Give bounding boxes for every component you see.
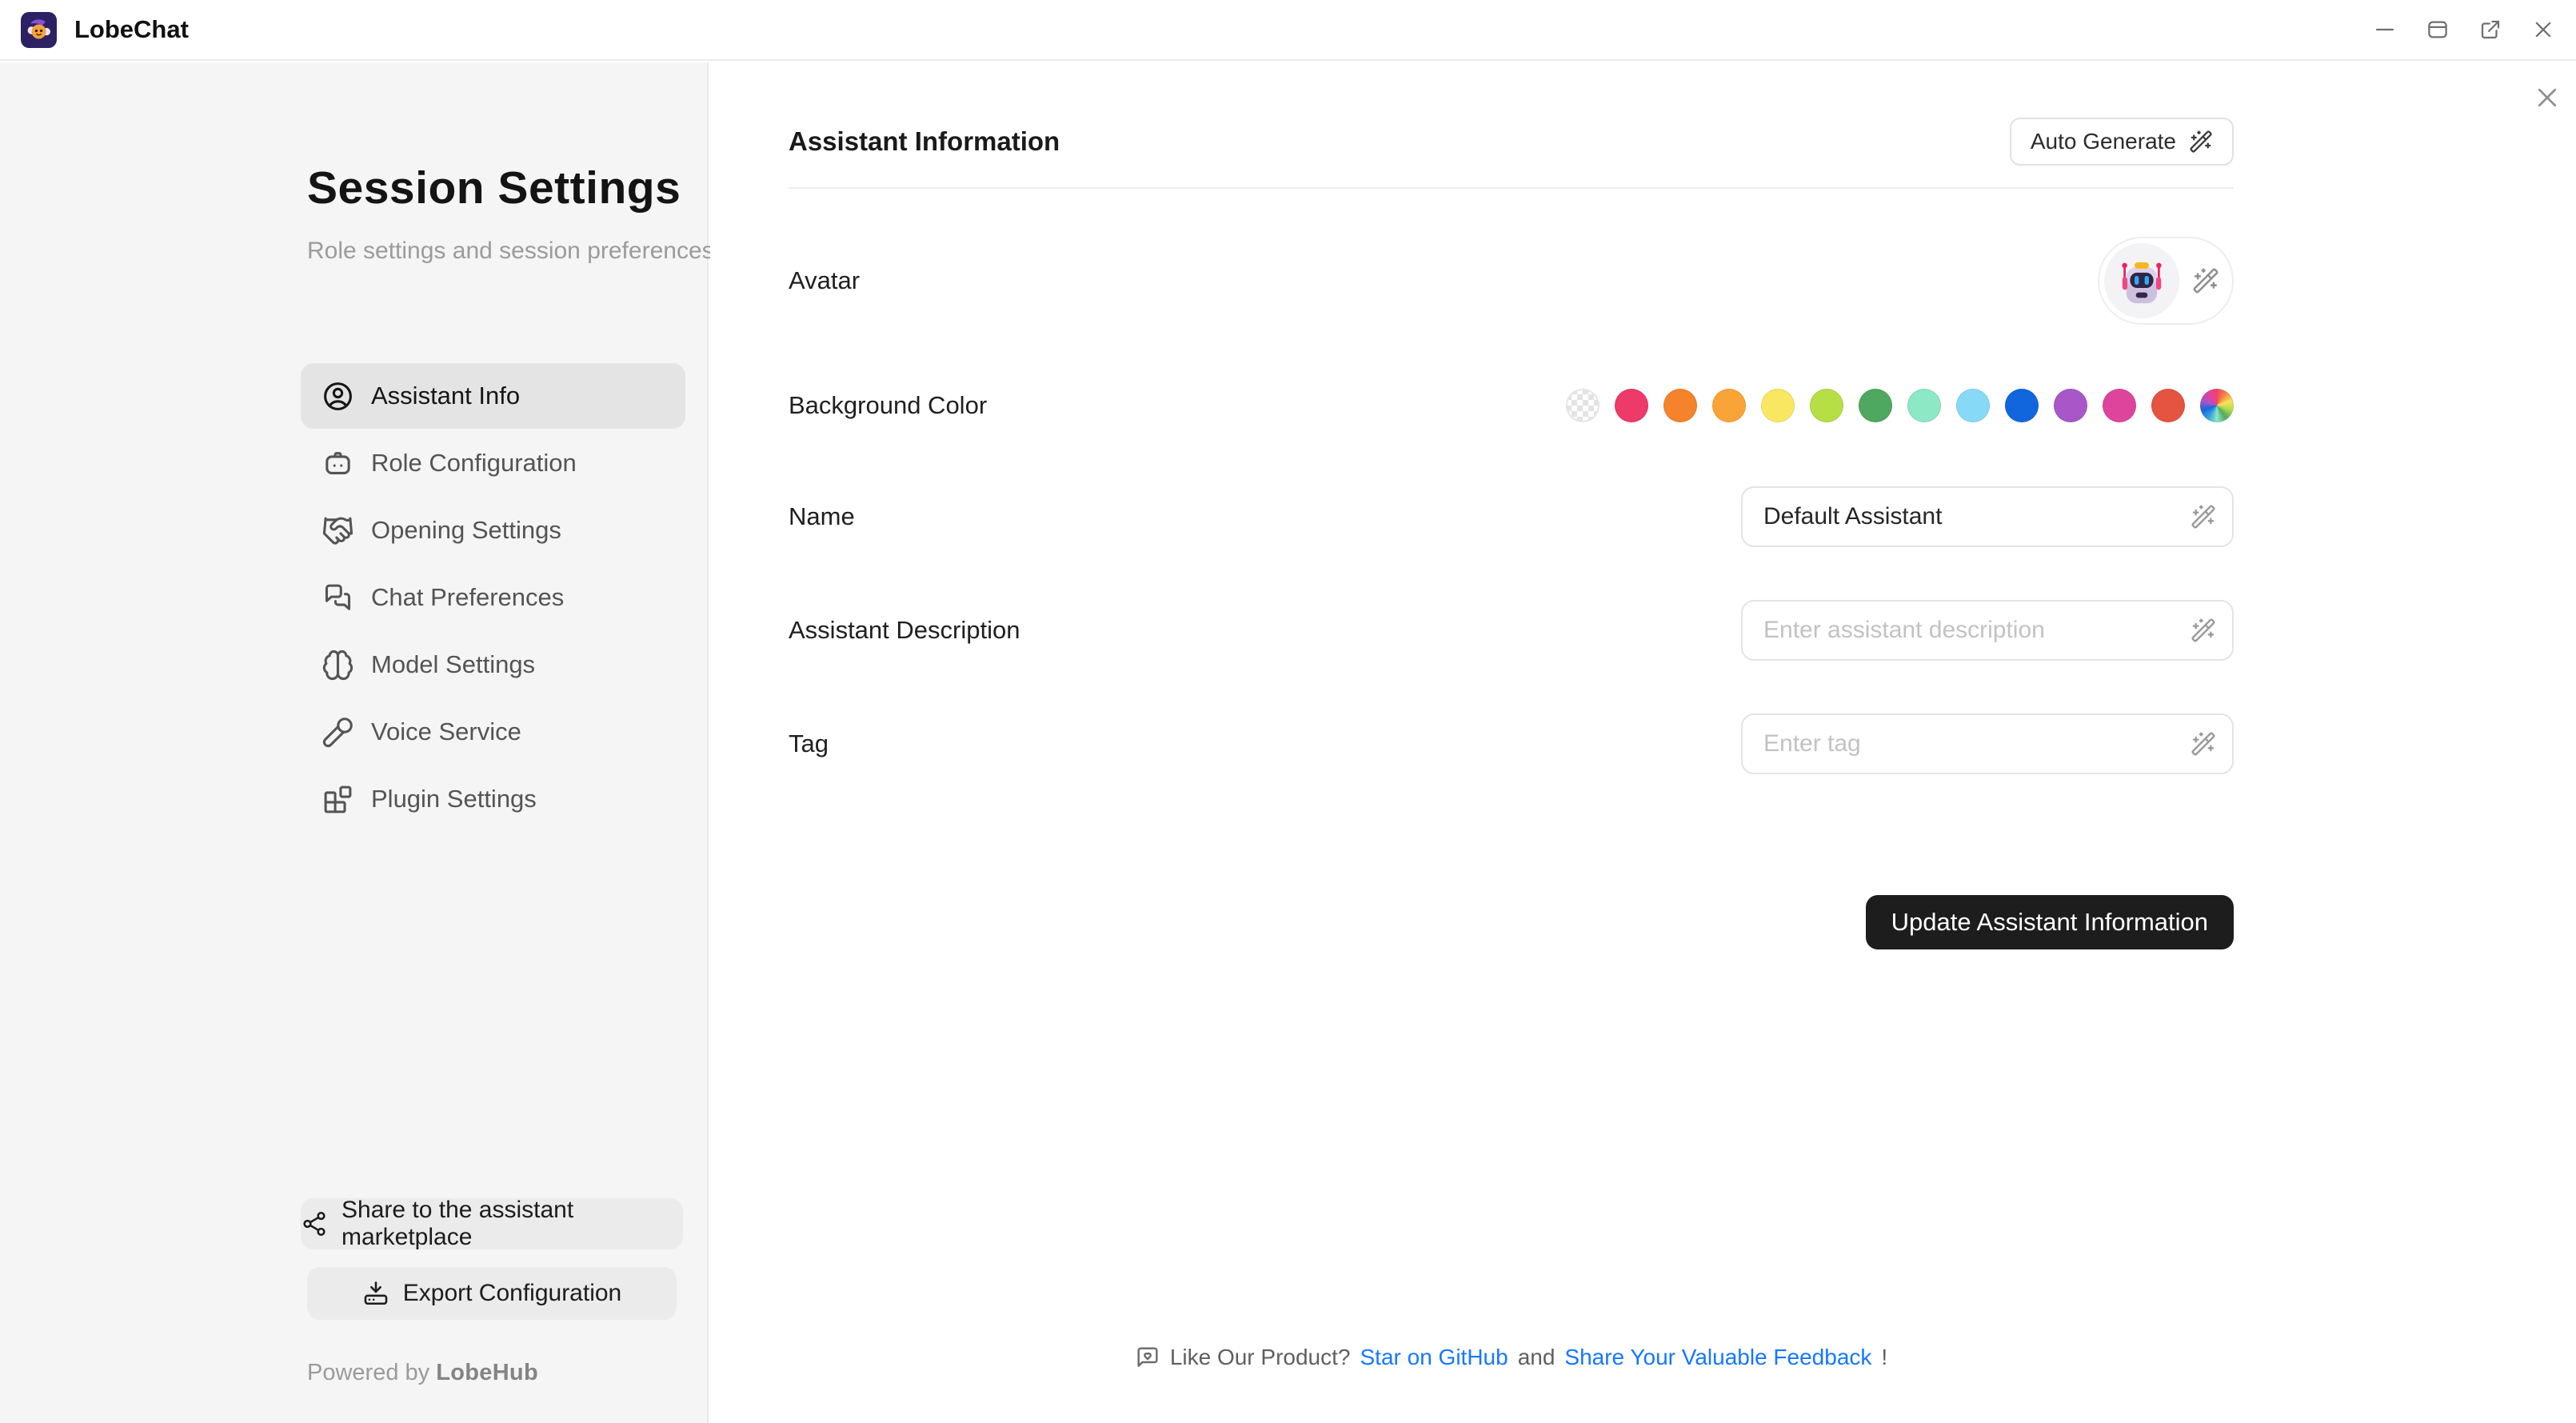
color-swatch-1166de[interactable] [2005, 389, 2039, 422]
color-swatch-df449d[interactable] [2103, 389, 2136, 422]
tag-row: Tag [789, 713, 2234, 774]
tag-input[interactable] [1762, 729, 2191, 758]
avatar-picker[interactable] [2098, 237, 2234, 325]
name-input[interactable] [1762, 502, 2191, 531]
restore-window-icon[interactable] [2426, 18, 2450, 42]
color-swatch-transparent[interactable] [1566, 389, 1600, 422]
lobechat-window: LobeChat Session Settings Role settings … [0, 0, 2576, 1423]
auto-generate-label: Auto Generate [2031, 129, 2176, 154]
sidebar-item-assistant-info[interactable]: Assistant Info [301, 363, 685, 429]
export-icon [362, 1280, 389, 1307]
sidebar-item-label: Role Configuration [371, 449, 577, 478]
name-input-box [1741, 486, 2234, 547]
section-title: Assistant Information [789, 126, 1060, 157]
auto-generate-button[interactable]: Auto Generate [2010, 118, 2234, 166]
color-swatch-a757c8[interactable] [2054, 389, 2087, 422]
avatar-row: Avatar [789, 237, 2234, 325]
robot-emoji-icon [2113, 252, 2171, 310]
open-external-icon[interactable] [2478, 18, 2502, 42]
footer-and: and [1518, 1345, 1556, 1370]
color-swatch-f5832c[interactable] [1663, 389, 1697, 422]
wand-icon[interactable] [2191, 731, 2216, 757]
color-swatch-rainbow[interactable] [2200, 389, 2234, 422]
color-swatch-e55441[interactable] [2151, 389, 2185, 422]
assistant-info-panel: Assistant Information Auto Generate Avat… [710, 62, 2576, 1423]
color-swatch-ed3a68[interactable] [1615, 389, 1648, 422]
tag-input-box [1741, 713, 2234, 774]
share-marketplace-label: Share to the assistant marketplace [341, 1197, 683, 1251]
background-color-swatches [1566, 389, 2234, 422]
color-swatch-4fa85f[interactable] [1859, 389, 1892, 422]
blocks-icon [322, 783, 354, 816]
sidebar-item-model-settings[interactable]: Model Settings [301, 632, 685, 698]
sidebar-item-label: Model Settings [371, 650, 535, 679]
section-header: Assistant Information Auto Generate [789, 62, 2234, 189]
chat-icon [322, 582, 354, 614]
sidebar-item-chat-preferences[interactable]: Chat Preferences [301, 565, 685, 630]
color-swatch-b5df45[interactable] [1810, 389, 1843, 422]
wand-icon [2192, 267, 2219, 294]
color-swatch-8ce8c5[interactable] [1907, 389, 1941, 422]
footer-suffix: ! [1881, 1345, 1887, 1370]
description-label: Assistant Description [789, 616, 1020, 645]
color-swatch-fae761[interactable] [1761, 389, 1795, 422]
powered-by: Powered by LobeHub [307, 1360, 685, 1386]
brain-icon [322, 649, 354, 682]
mic-icon [322, 716, 354, 749]
sidebar-item-label: Opening Settings [371, 516, 561, 545]
page-title: Session Settings [307, 162, 707, 214]
tag-label: Tag [789, 729, 829, 758]
name-row: Name [789, 486, 2234, 547]
share-feedback-link[interactable]: Share Your Valuable Feedback [1564, 1345, 1871, 1370]
title-bar: LobeChat [0, 0, 2576, 61]
wand-icon [2189, 130, 2213, 154]
settings-sidebar: Session Settings Role settings and sessi… [0, 62, 709, 1423]
description-row: Assistant Description [789, 600, 2234, 661]
window-controls [2373, 18, 2555, 42]
footer: Like Our Product? Star on GitHub and Sha… [789, 1345, 2234, 1370]
share-marketplace-button[interactable]: Share to the assistant marketplace [301, 1198, 683, 1249]
settings-nav: Assistant Info Role Configuration Opening … [301, 363, 685, 832]
export-configuration-button[interactable]: Export Configuration [307, 1267, 677, 1320]
color-swatch-f9a436[interactable] [1712, 389, 1746, 422]
sidebar-item-label: Voice Service [371, 717, 521, 746]
name-label: Name [789, 502, 855, 531]
sidebar-item-plugin-settings[interactable]: Plugin Settings [301, 766, 685, 832]
footer-text: Like Our Product? [1170, 1345, 1351, 1370]
sidebar-item-voice-service[interactable]: Voice Service [301, 699, 685, 765]
avatar-label: Avatar [789, 266, 860, 295]
description-input-box [1741, 600, 2234, 661]
minimize-icon[interactable] [2373, 18, 2397, 42]
sidebar-item-label: Assistant Info [371, 382, 520, 410]
background-color-row: Background Color [789, 389, 2234, 422]
update-assistant-label: Update Assistant Information [1891, 908, 2208, 937]
close-window-icon[interactable] [2531, 18, 2555, 42]
robot-avatar [2104, 243, 2179, 318]
close-panel-icon[interactable] [2533, 83, 2562, 112]
wand-icon[interactable] [2191, 618, 2216, 643]
sidebar-item-label: Plugin Settings [371, 785, 537, 813]
export-configuration-label: Export Configuration [403, 1280, 622, 1307]
sidebar-item-role-configuration[interactable]: Role Configuration [301, 430, 685, 496]
message-heart-icon [1135, 1345, 1160, 1370]
sidebar-item-opening-settings[interactable]: Opening Settings [301, 498, 685, 563]
sidebar-item-label: Chat Preferences [371, 583, 564, 612]
app-title: LobeChat [74, 15, 189, 44]
color-swatch-87daf7[interactable] [1956, 389, 1990, 422]
share-icon [301, 1210, 328, 1237]
background-color-label: Background Color [789, 391, 987, 420]
update-assistant-button[interactable]: Update Assistant Information [1866, 895, 2234, 949]
lobechat-logo-icon [21, 12, 57, 48]
lobehub-brand-link[interactable]: LobeHub [436, 1360, 538, 1385]
star-on-github-link[interactable]: Star on GitHub [1360, 1345, 1508, 1370]
description-input[interactable] [1762, 616, 2191, 645]
handshake-icon [322, 514, 354, 547]
powered-by-text: Powered by [307, 1360, 429, 1385]
user-circle-icon [322, 380, 354, 413]
wand-icon[interactable] [2191, 504, 2216, 530]
role-case-icon [322, 447, 354, 480]
